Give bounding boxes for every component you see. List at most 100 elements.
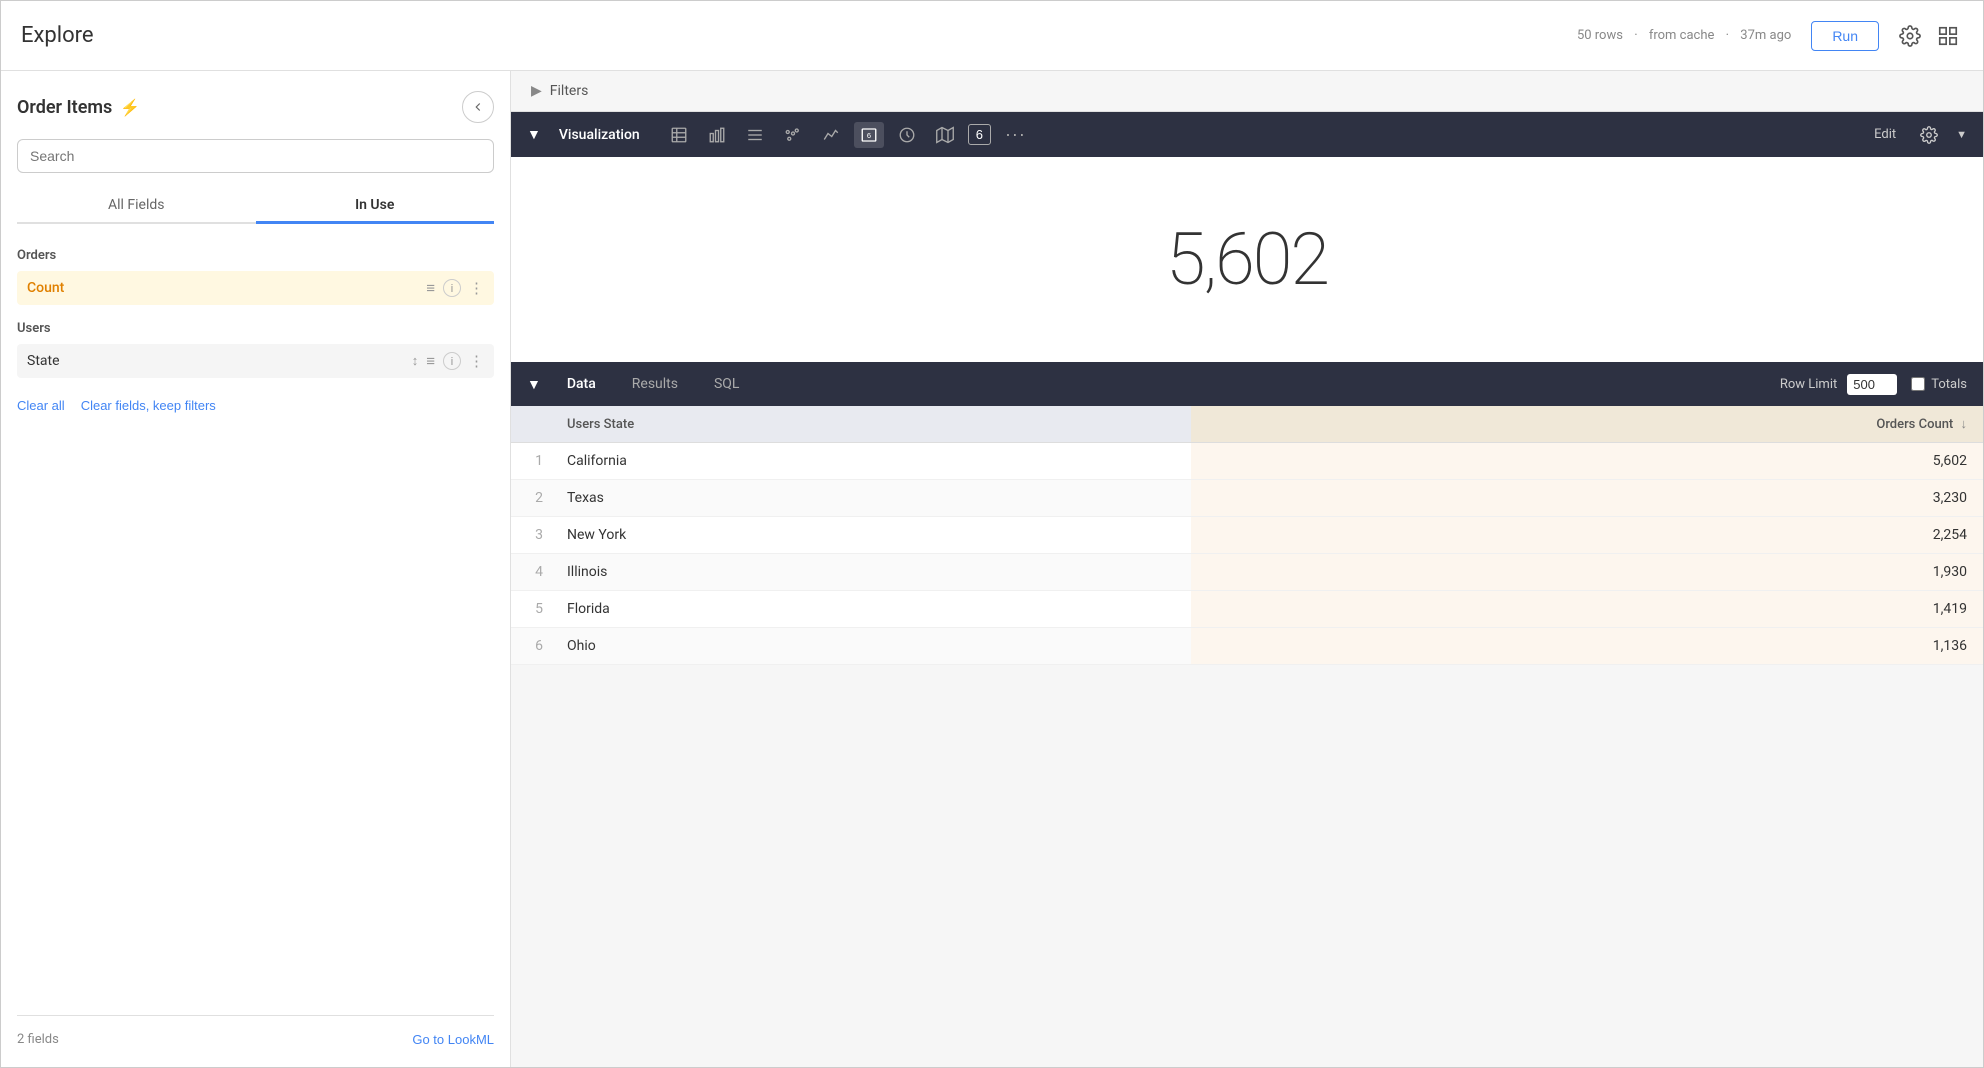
results-table: Users State Orders Count ↓ 1 California … (511, 406, 1983, 665)
info-icon-state[interactable]: i (443, 352, 461, 370)
data-table: Users State Orders Count ↓ 1 California … (511, 406, 1983, 1067)
count-cell: 5,602 (1191, 443, 1983, 480)
viz-tool-list[interactable] (740, 122, 770, 148)
col-orders-count[interactable]: Orders Count ↓ (1191, 406, 1983, 443)
col-row-num (511, 406, 551, 443)
table-row: 6 Ohio 1,136 (511, 628, 1983, 665)
header-icons (1895, 21, 1963, 51)
users-section: Users State ↕ ≡ i ⋮ (17, 317, 494, 386)
viz-tool-clock[interactable] (892, 122, 922, 148)
more-icon[interactable]: ⋮ (469, 279, 484, 297)
row-num: 5 (511, 591, 551, 628)
viz-big-number: 5,602 (1166, 217, 1328, 302)
sidebar-header: Order Items ⚡ (17, 91, 494, 123)
info-icon[interactable]: i (443, 279, 461, 297)
viz-tool-bar[interactable] (702, 122, 732, 148)
table-row: 5 Florida 1,419 (511, 591, 1983, 628)
state-cell: Ohio (551, 628, 1191, 665)
table-header-row: Users State Orders Count ↓ (511, 406, 1983, 443)
viz-toolbar: ▼ Visualization (511, 112, 1983, 157)
content-area: ▶ Filters ▼ Visualization (511, 71, 1983, 1067)
orders-group-label: Orders (17, 248, 494, 263)
table-row: 3 New York 2,254 (511, 517, 1983, 554)
count-cell: 3,230 (1191, 480, 1983, 517)
viz-settings-button[interactable] (1916, 122, 1942, 148)
clear-fields-keep-filters-button[interactable]: Clear fields, keep filters (81, 398, 216, 413)
tab-all-fields[interactable]: All Fields (17, 189, 256, 224)
svg-text:6: 6 (867, 131, 871, 140)
row-limit-input[interactable] (1847, 374, 1897, 395)
viz-tool-table[interactable] (664, 122, 694, 148)
field-name-count: Count (27, 280, 64, 296)
settings-icon[interactable] (1895, 21, 1925, 51)
state-cell: Illinois (551, 554, 1191, 591)
sort-icon: ↓ (1961, 417, 1968, 432)
visualization-panel: ▼ Visualization (511, 112, 1983, 362)
time-ago: 37m ago (1740, 28, 1791, 43)
totals-checkbox[interactable] (1911, 377, 1925, 391)
viz-tool-map[interactable] (930, 122, 960, 148)
field-name-state: State (27, 353, 60, 369)
grid-icon[interactable] (1933, 21, 1963, 51)
sidebar-title: Order Items (17, 97, 112, 118)
state-cell: California (551, 443, 1191, 480)
viz-tool-area[interactable]: 6 (854, 122, 884, 148)
data-panel: ▼ Data Results SQL Row Limit Totals (511, 362, 1983, 1067)
row-num: 2 (511, 480, 551, 517)
table-row: 2 Texas 3,230 (511, 480, 1983, 517)
viz-tool-scatter[interactable] (778, 122, 808, 148)
search-input[interactable] (17, 139, 494, 173)
page-title: Explore (21, 23, 94, 48)
sidebar-footer: 2 fields Go to LookML (17, 1015, 494, 1047)
lightning-icon: ⚡ (120, 98, 140, 117)
tab-in-use[interactable]: In Use (256, 189, 495, 224)
collapse-sidebar-button[interactable] (462, 91, 494, 123)
count-cell: 2,254 (1191, 517, 1983, 554)
header-meta: 50 rows · from cache · 37m ago (1573, 28, 1795, 43)
clear-all-button[interactable]: Clear all (17, 398, 65, 413)
col-users-state[interactable]: Users State (551, 406, 1191, 443)
row-num: 4 (511, 554, 551, 591)
app-container: Explore 50 rows · from cache · 37m ago R… (0, 0, 1984, 1068)
more-icon-state[interactable]: ⋮ (469, 352, 484, 370)
filters-bar[interactable]: ▶ Filters (511, 71, 1983, 112)
totals-label: Totals (1931, 377, 1967, 392)
field-icons-count: ≡ i ⋮ (426, 279, 484, 297)
sidebar-title-row: Order Items ⚡ (17, 97, 140, 118)
viz-tool-number[interactable]: 6 (968, 124, 991, 145)
go-to-lookml-button[interactable]: Go to LookML (412, 1032, 494, 1047)
viz-dropdown-chevron[interactable]: ▼ (1956, 128, 1967, 141)
filter-icon-state[interactable]: ≡ (426, 352, 435, 370)
tab-sql[interactable]: SQL (698, 370, 755, 398)
filter-icon[interactable]: ≡ (426, 279, 435, 297)
rows-count: 50 rows (1577, 28, 1623, 43)
data-toolbar: ▼ Data Results SQL Row Limit Totals (511, 362, 1983, 406)
run-button[interactable]: Run (1811, 21, 1879, 51)
viz-chevron-icon: ▼ (527, 126, 541, 143)
fields-count: 2 fields (17, 1032, 59, 1047)
viz-edit-label[interactable]: Edit (1874, 127, 1896, 142)
row-num: 1 (511, 443, 551, 480)
users-group-label: Users (17, 321, 494, 336)
field-icons-state: ↕ ≡ i ⋮ (412, 352, 484, 370)
count-cell: 1,136 (1191, 628, 1983, 665)
clear-row: Clear all Clear fields, keep filters (17, 398, 494, 413)
pivot-icon[interactable]: ↕ (412, 353, 419, 369)
header: Explore 50 rows · from cache · 37m ago R… (1, 1, 1983, 71)
state-cell: New York (551, 517, 1191, 554)
field-item-count[interactable]: Count ≡ i ⋮ (17, 271, 494, 305)
field-item-state[interactable]: State ↕ ≡ i ⋮ (17, 344, 494, 378)
viz-tool-more[interactable]: ··· (999, 120, 1032, 149)
tab-data[interactable]: Data (551, 370, 612, 398)
tab-results[interactable]: Results (616, 370, 694, 398)
field-tabs: All Fields In Use (17, 189, 494, 224)
state-cell: Texas (551, 480, 1191, 517)
sidebar: Order Items ⚡ All Fields In Use Orders C… (1, 71, 511, 1067)
data-chevron-icon: ▼ (527, 376, 541, 393)
state-cell: Florida (551, 591, 1191, 628)
viz-tool-line[interactable] (816, 122, 846, 148)
table-row: 4 Illinois 1,930 (511, 554, 1983, 591)
dot1: · (1634, 28, 1637, 43)
row-limit-label: Row Limit (1780, 377, 1837, 392)
count-cell: 1,930 (1191, 554, 1983, 591)
